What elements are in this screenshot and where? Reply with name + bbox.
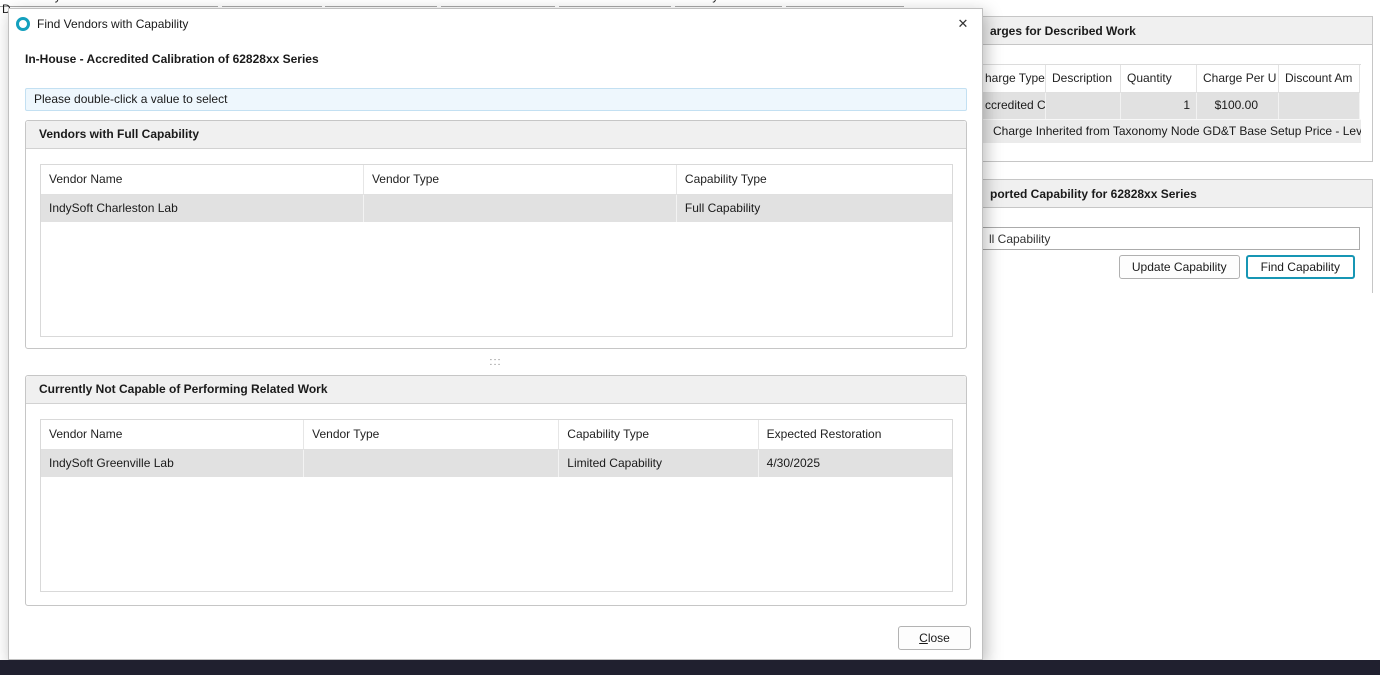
bg-column-service-level: Service Level <box>441 0 555 7</box>
charges-col-charge-type[interactable]: harge Type <box>983 65 1046 93</box>
bg-column-review-status: Review Status <box>786 0 904 7</box>
panel-splitter-handle[interactable]: ::: <box>9 349 982 375</box>
charges-table: harge Type Description Quantity Charge P… <box>983 64 1361 143</box>
vendor-type-cell[interactable] <box>364 195 677 222</box>
charges-table-row[interactable]: ccredited Ca 1 $100.00 <box>983 93 1361 119</box>
close-icon[interactable]: ✕ <box>944 9 982 39</box>
update-capability-button[interactable]: Update Capability <box>1119 255 1240 279</box>
vendor-type-cell[interactable] <box>304 450 559 477</box>
charge-type-cell[interactable]: ccredited Ca <box>983 93 1046 119</box>
background-grid-header-row: Taxonomy Node Branch Service Site Servic… <box>0 0 985 8</box>
close-button-label-rest: lose <box>928 631 950 645</box>
capability-type-cell[interactable]: Limited Capability <box>559 450 758 477</box>
charge-inherited-note: Charge Inherited from Taxonomy Node GD&T… <box>983 119 1361 143</box>
bg-column-branch: Branch <box>222 0 322 7</box>
discount-amount-cell[interactable] <box>1279 93 1360 119</box>
splitter-grip-icon: ::: <box>489 357 501 367</box>
charges-col-charge-per-unit[interactable]: Charge Per U <box>1197 65 1279 93</box>
find-vendors-dialog: Find Vendors with Capability ✕ In-House … <box>8 8 983 660</box>
not-capable-header-row: Vendor Name Vendor Type Capability Type … <box>41 420 952 450</box>
quantity-cell[interactable]: 1 <box>1121 93 1197 119</box>
close-button-accesskey: C <box>919 631 928 645</box>
dialog-titlebar: Find Vendors with Capability ✕ <box>9 9 982 39</box>
col-capability-type[interactable]: Capability Type <box>677 165 952 195</box>
col-vendor-type[interactable]: Vendor Type <box>304 420 559 450</box>
bg-column-taxonomy-node: Taxonomy Node <box>0 0 218 7</box>
charges-panel-title: arges for Described Work <box>983 16 1372 45</box>
expected-restoration-cell[interactable]: 4/30/2025 <box>759 450 952 477</box>
col-vendor-type[interactable]: Vendor Type <box>364 165 677 195</box>
col-vendor-name[interactable]: Vendor Name <box>41 420 304 450</box>
bg-column-vendor-name: Vendor Name <box>559 0 671 7</box>
col-expected-restoration[interactable]: Expected Restoration <box>759 420 952 450</box>
capability-input[interactable] <box>983 227 1360 250</box>
charge-per-unit-cell[interactable]: $100.00 <box>1197 93 1279 119</box>
not-capable-table: Vendor Name Vendor Type Capability Type … <box>40 419 953 592</box>
close-button[interactable]: Close <box>898 626 971 650</box>
full-capability-row[interactable]: IndySoft Charleston Lab Full Capability <box>41 195 952 222</box>
charges-col-discount-amount[interactable]: Discount Am <box>1279 65 1360 93</box>
full-capability-group: Vendors with Full Capability Vendor Name… <box>25 120 967 349</box>
indysoft-logo-icon <box>16 17 30 31</box>
charges-col-quantity[interactable]: Quantity <box>1121 65 1197 93</box>
bg-column-service-site: Service Site <box>325 0 437 7</box>
vendor-name-cell[interactable]: IndySoft Greenville Lab <box>41 450 304 477</box>
full-capability-group-title: Vendors with Full Capability <box>26 121 966 149</box>
capability-buttons-row: Update Capability Find Capability <box>983 255 1372 279</box>
charges-col-description[interactable]: Description <box>1046 65 1121 93</box>
reported-capability-panel: ported Capability for 62828xx Series Upd… <box>983 179 1373 293</box>
capability-type-cell[interactable]: Full Capability <box>677 195 952 222</box>
bg-column-priority: Priority <box>675 0 782 7</box>
reported-capability-title: ported Capability for 62828xx Series <box>983 179 1372 208</box>
find-capability-button[interactable]: Find Capability <box>1246 255 1355 279</box>
charges-table-header-row: harge Type Description Quantity Charge P… <box>983 65 1361 93</box>
not-capable-group: Currently Not Capable of Performing Rela… <box>25 375 967 606</box>
description-cell[interactable] <box>1046 93 1121 119</box>
col-capability-type[interactable]: Capability Type <box>559 420 758 450</box>
dialog-title: Find Vendors with Capability <box>37 17 188 31</box>
col-vendor-name[interactable]: Vendor Name <box>41 165 364 195</box>
not-capable-group-title: Currently Not Capable of Performing Rela… <box>26 376 966 404</box>
dialog-subtitle: In-House - Accredited Calibration of 628… <box>25 52 982 66</box>
instruction-banner: Please double-click a value to select <box>25 88 967 111</box>
full-capability-header-row: Vendor Name Vendor Type Capability Type <box>41 165 952 195</box>
bottom-taskbar <box>0 660 1380 675</box>
not-capable-row[interactable]: IndySoft Greenville Lab Limited Capabili… <box>41 450 952 477</box>
full-capability-table: Vendor Name Vendor Type Capability Type … <box>40 164 953 337</box>
vendor-name-cell[interactable]: IndySoft Charleston Lab <box>41 195 364 222</box>
charges-panel: arges for Described Work harge Type Desc… <box>983 16 1373 162</box>
